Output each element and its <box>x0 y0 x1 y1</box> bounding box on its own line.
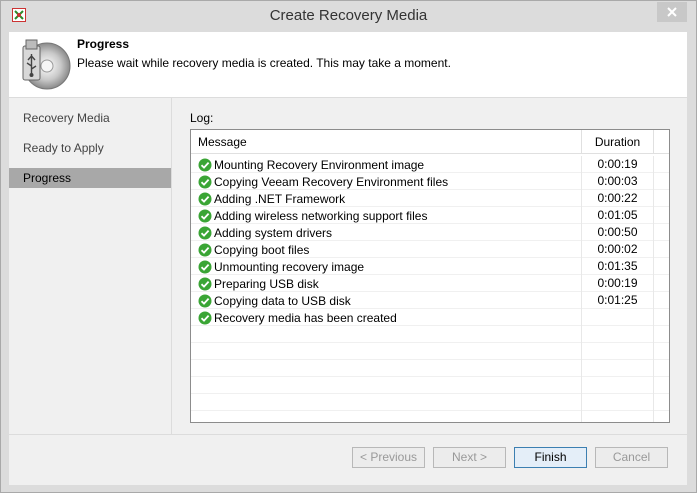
table-row[interactable]: Adding .NET Framework 0:00:22 <box>191 190 669 207</box>
cell-duration <box>582 377 654 394</box>
log-table[interactable]: Message Duration Mounting Recovery Envir… <box>190 129 670 423</box>
sidebar-item-ready-to-apply[interactable]: Ready to Apply <box>9 138 171 158</box>
success-check-icon <box>198 311 212 324</box>
table-row[interactable]: Copying Veeam Recovery Environment files… <box>191 173 669 190</box>
success-check-icon <box>198 243 212 256</box>
header-description: Please wait while recovery media is crea… <box>77 56 451 70</box>
cancel-button[interactable]: Cancel <box>595 447 668 468</box>
cell-message: Adding .NET Framework <box>191 190 582 207</box>
wizard-steps-sidebar: Recovery Media Ready to Apply Progress <box>9 98 171 434</box>
cell-duration: 0:00:19 <box>582 156 654 173</box>
success-check-icon <box>198 226 212 239</box>
log-message-text: Copying data to USB disk <box>214 293 351 308</box>
cell-message: Copying boot files <box>191 241 582 258</box>
cell-duration <box>582 411 654 422</box>
cell-duration <box>582 343 654 360</box>
cell-message: Adding wireless networking support files <box>191 207 582 224</box>
success-check-icon <box>198 192 212 205</box>
empty-table-row <box>191 326 669 343</box>
window-title: Create Recovery Media <box>269 7 428 24</box>
log-message-text: Adding .NET Framework <box>214 191 346 206</box>
title-bar: Create Recovery Media <box>1 1 696 31</box>
next-button[interactable]: Next > <box>433 447 506 468</box>
table-row[interactable]: Preparing USB disk 0:00:19 <box>191 275 669 292</box>
close-button[interactable] <box>657 2 687 22</box>
close-icon <box>657 2 687 22</box>
cell-duration: 0:00:02 <box>582 241 654 258</box>
button-bar: < Previous Next > Finish Cancel <box>9 435 687 485</box>
log-message-text: Preparing USB disk <box>214 276 319 291</box>
content-panel: Log: Message Duration Mounting Recovery … <box>172 98 687 434</box>
success-check-icon <box>198 277 212 290</box>
log-rows: Mounting Recovery Environment image 0:00:… <box>191 156 669 422</box>
log-message-text: Mounting Recovery Environment image <box>214 157 425 172</box>
sidebar-item-recovery-media[interactable]: Recovery Media <box>9 108 171 128</box>
cell-duration: 0:00:03 <box>582 173 654 190</box>
cell-duration: 0:01:25 <box>582 292 654 309</box>
cell-message <box>191 394 582 411</box>
table-row[interactable]: Adding wireless networking support files… <box>191 207 669 224</box>
log-message-text: Copying Veeam Recovery Environment files <box>214 174 449 189</box>
table-row[interactable]: Copying boot files 0:00:02 <box>191 241 669 258</box>
log-message-text: Adding system drivers <box>214 225 333 240</box>
cell-message: Recovery media has been created <box>191 309 582 326</box>
header-panel: Progress Please wait while recovery medi… <box>9 32 687 97</box>
table-row[interactable]: Copying data to USB disk 0:01:25 <box>191 292 669 309</box>
cell-message: Unmounting recovery image <box>191 258 582 275</box>
cell-message <box>191 360 582 377</box>
finish-button[interactable]: Finish <box>514 447 587 468</box>
table-row[interactable]: Unmounting recovery image 0:01:35 <box>191 258 669 275</box>
empty-table-row <box>191 377 669 394</box>
cell-message <box>191 343 582 360</box>
cell-message: Preparing USB disk <box>191 275 582 292</box>
empty-table-row <box>191 360 669 377</box>
usb-disc-icon <box>22 39 71 90</box>
cell-duration <box>582 360 654 377</box>
cell-duration: 0:01:05 <box>582 207 654 224</box>
table-row[interactable]: Mounting Recovery Environment image 0:00:… <box>191 156 669 173</box>
cell-duration: 0:00:22 <box>582 190 654 207</box>
cell-message: Copying data to USB disk <box>191 292 582 309</box>
previous-button[interactable]: < Previous <box>352 447 425 468</box>
cell-message <box>191 377 582 394</box>
log-label: Log: <box>190 111 214 125</box>
empty-table-row <box>191 411 669 422</box>
success-check-icon <box>198 158 212 171</box>
cell-duration: 0:00:19 <box>582 275 654 292</box>
column-header-filler <box>654 130 669 154</box>
table-row[interactable]: Recovery media has been created <box>191 309 669 326</box>
log-message-text: Adding wireless networking support files <box>214 208 428 223</box>
cell-duration: 0:00:50 <box>582 224 654 241</box>
header-title: Progress <box>77 37 130 51</box>
success-check-icon <box>198 294 212 307</box>
cell-message <box>191 326 582 343</box>
log-message-text: Recovery media has been created <box>214 310 397 325</box>
empty-table-row <box>191 394 669 411</box>
cell-message: Adding system drivers <box>191 224 582 241</box>
dialog-window: Create Recovery Media Progress Please wa… <box>0 0 697 493</box>
cell-message <box>191 411 582 422</box>
success-check-icon <box>198 175 212 188</box>
cell-duration <box>582 326 654 343</box>
table-row[interactable]: Adding system drivers 0:00:50 <box>191 224 669 241</box>
cell-duration <box>582 309 654 326</box>
cell-message: Copying Veeam Recovery Environment files <box>191 173 582 190</box>
cell-duration: 0:01:35 <box>582 258 654 275</box>
sidebar-item-progress[interactable]: Progress <box>9 168 171 188</box>
success-check-icon <box>198 209 212 222</box>
empty-table-row <box>191 343 669 360</box>
success-check-icon <box>198 260 212 273</box>
cell-duration <box>582 394 654 411</box>
cell-message: Mounting Recovery Environment image <box>191 156 582 173</box>
log-message-text: Copying boot files <box>214 242 310 257</box>
log-message-text: Unmounting recovery image <box>214 259 365 274</box>
column-header-message[interactable]: Message <box>191 130 582 154</box>
column-header-duration[interactable]: Duration <box>582 130 654 154</box>
